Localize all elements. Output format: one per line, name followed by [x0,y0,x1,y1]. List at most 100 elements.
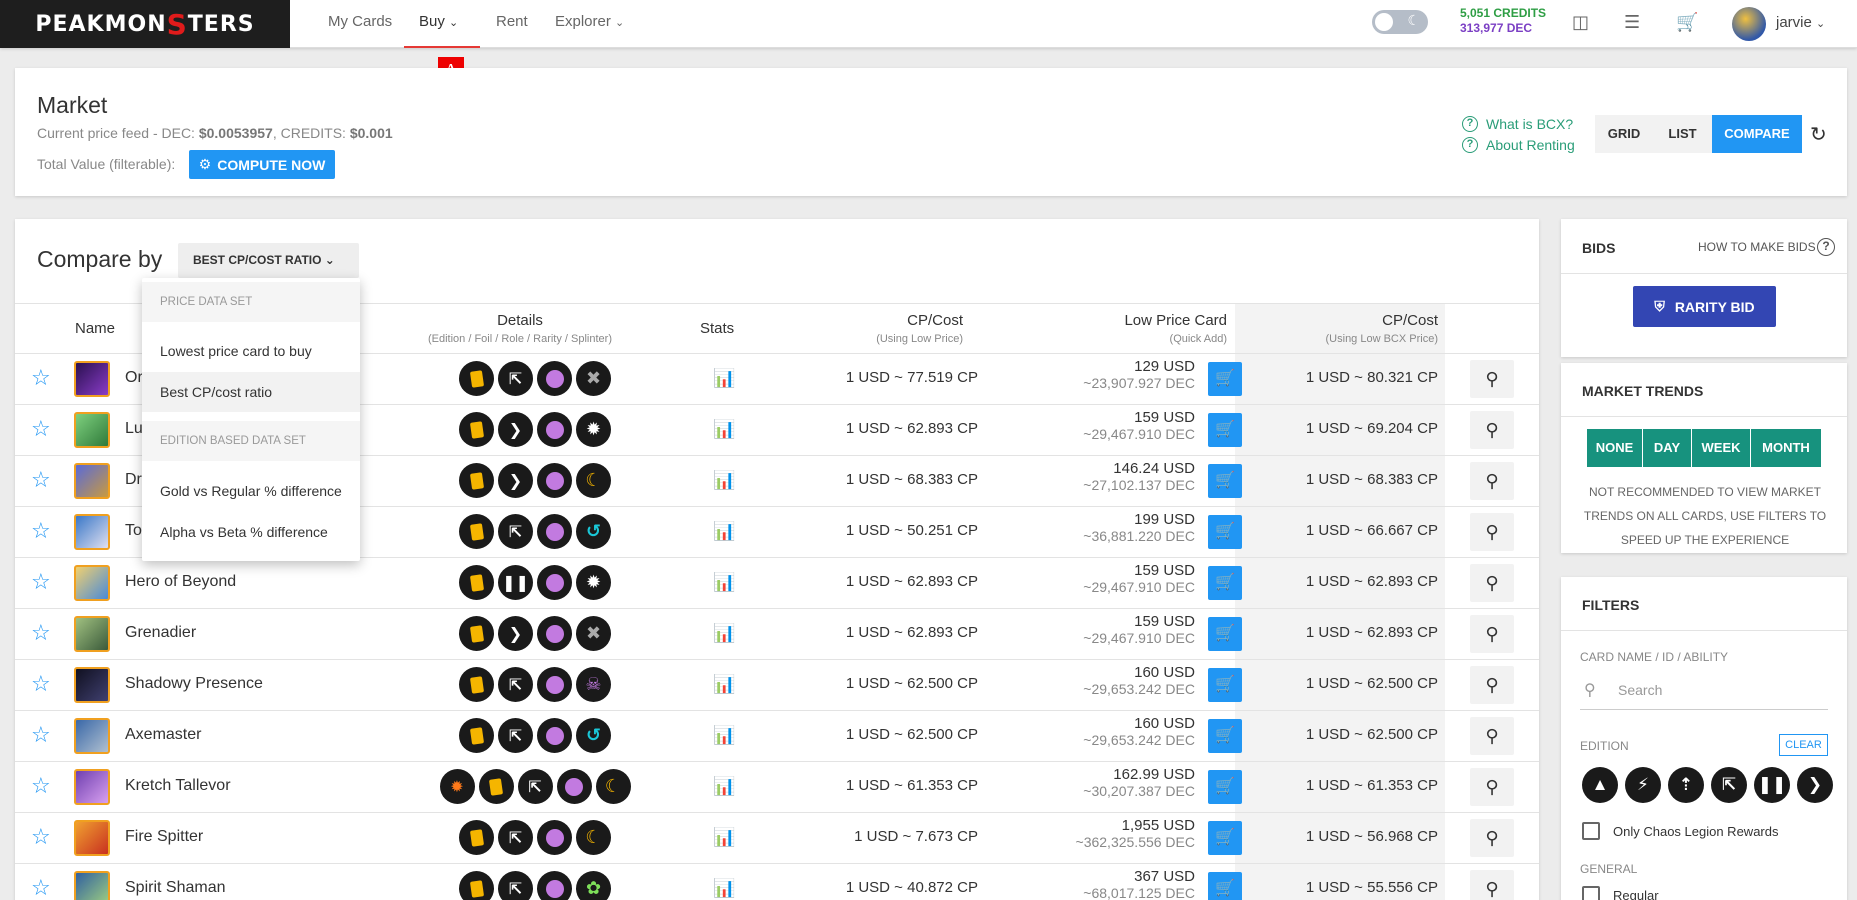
card-name[interactable]: Fire Spitter [125,828,203,846]
search-listings-button[interactable]: ⚲ [1470,462,1514,500]
card-name[interactable]: Axemaster [125,726,201,744]
star-icon[interactable]: ☆ [31,673,51,695]
star-icon[interactable]: ☆ [31,520,51,542]
edition-dice-icon[interactable]: ❚❚ [1754,767,1790,803]
search-listings-button[interactable]: ⚲ [1470,564,1514,602]
card-thumbnail[interactable] [74,871,110,900]
card-name[interactable]: Dr [125,471,142,489]
trend-none-button[interactable]: NONE [1587,429,1642,467]
clear-edition-button[interactable]: CLEAR [1779,734,1828,756]
nav-buy[interactable]: Buy ⌄ [404,0,480,48]
card-name[interactable]: Kretch Tallevor [125,777,231,795]
stats-chart-icon[interactable]: 📊 [713,368,735,389]
user-menu[interactable]: jarvie ⌄ [1776,14,1825,31]
star-icon[interactable]: ☆ [31,571,51,593]
trend-month-button[interactable]: MONTH [1751,429,1821,467]
edition-beta-icon[interactable]: ⚡ [1625,767,1661,803]
card-thumbnail[interactable] [74,667,110,703]
card-thumbnail[interactable] [74,463,110,499]
stats-chart-icon[interactable]: 📊 [713,674,735,695]
trend-week-button[interactable]: WEEK [1692,429,1750,467]
search-listings-button[interactable]: ⚲ [1470,411,1514,449]
regular-checkbox[interactable] [1582,886,1600,900]
edition-chaos-icon[interactable]: ❯ [1797,767,1833,803]
view-grid-button[interactable]: GRID [1595,115,1653,153]
option-best-cp-cost[interactable]: Best CP/cost ratio [142,372,360,412]
card-name[interactable]: Spirit Shaman [125,879,226,897]
option-gold-vs-regular[interactable]: Gold vs Regular % difference [142,471,360,511]
edition-alpha-icon[interactable]: ▲ [1582,767,1618,803]
star-icon[interactable]: ☆ [31,826,51,848]
compare-by-select[interactable]: BEST CP/COST RATIO ⌄ [178,243,359,278]
stats-chart-icon[interactable]: 📊 [713,827,735,848]
stats-chart-icon[interactable]: 📊 [713,878,735,899]
view-list-button[interactable]: LIST [1653,115,1712,153]
column-header-low-price[interactable]: Low Price Card (Quick Add) [1000,312,1227,345]
star-icon[interactable]: ☆ [31,877,51,899]
option-alpha-vs-beta[interactable]: Alpha vs Beta % difference [142,512,360,552]
search-listings-button[interactable]: ⚲ [1470,819,1514,857]
refresh-icon[interactable]: ↻ [1810,122,1827,147]
cart-icon: 🛒 [1215,370,1235,387]
column-header-cp-cost[interactable]: CP/Cost (Using Low Price) [780,312,963,345]
column-header-cp-cost-bcx[interactable]: CP/Cost (Using Low BCX Price) [1240,312,1438,345]
search-listings-button[interactable]: ⚲ [1470,615,1514,653]
stats-chart-icon[interactable]: 📊 [713,521,735,542]
card-thumbnail[interactable] [74,514,110,550]
nav-explorer[interactable]: Explorer ⌄ [555,0,624,48]
star-icon[interactable]: ☆ [31,622,51,644]
card-name[interactable]: Shadowy Presence [125,675,263,693]
stats-chart-icon[interactable]: 📊 [713,623,735,644]
card-thumbnail[interactable] [74,769,110,805]
layers-icon[interactable]: ☰ [1624,12,1640,33]
nav-my-cards[interactable]: My Cards [328,0,392,48]
star-icon[interactable]: ☆ [31,367,51,389]
avatar[interactable] [1732,7,1766,41]
option-lowest-price[interactable]: Lowest price card to buy [142,331,360,371]
rarity-bid-button[interactable]: ⛨ RARITY BID [1633,286,1776,327]
column-header-name[interactable]: Name [75,320,115,337]
card-thumbnail[interactable] [74,616,110,652]
help-icon[interactable]: ? [1817,238,1835,256]
edition-untamed-icon[interactable]: ⇱ [1711,767,1747,803]
view-compare-button[interactable]: COMPARE [1712,115,1802,153]
edition-promo-icon[interactable]: ⇡ [1668,767,1704,803]
search-listings-button[interactable]: ⚲ [1470,666,1514,704]
card-thumbnail[interactable] [74,718,110,754]
search-listings-button[interactable]: ⚲ [1470,360,1514,398]
card-thumbnail[interactable] [74,412,110,448]
how-to-make-bids-link[interactable]: HOW TO MAKE BIDS [1698,240,1816,254]
stats-chart-icon[interactable]: 📊 [713,725,735,746]
card-thumbnail[interactable] [74,361,110,397]
about-renting-link[interactable]: ? About Renting [1462,137,1575,153]
dark-mode-toggle[interactable]: ☾ [1372,10,1428,34]
table-row: ☆ Kretch Tallevor ✹ ⇱ ☾ 📊 1 USD ~ 61.353… [15,762,1539,812]
search-listings-button[interactable]: ⚲ [1470,768,1514,806]
star-icon[interactable]: ☆ [31,724,51,746]
search-listings-button[interactable]: ⚲ [1470,717,1514,755]
inbox-icon[interactable]: ◫ [1572,12,1589,33]
chaos-legion-checkbox[interactable] [1582,822,1600,840]
cart-icon[interactable]: 🛒 [1676,12,1698,33]
card-search-input[interactable]: ⚲ Search [1580,670,1828,710]
star-icon[interactable]: ☆ [31,418,51,440]
stats-chart-icon[interactable]: 📊 [713,776,735,797]
trend-day-button[interactable]: DAY [1643,429,1691,467]
compute-now-button[interactable]: ⚙ COMPUTE NOW [189,150,335,179]
peakmonsters-logo[interactable]: PEAKMON S TERS [0,0,290,48]
stats-chart-icon[interactable]: 📊 [713,572,735,593]
nav-rent[interactable]: Rent [496,0,528,48]
card-name[interactable]: To [125,522,142,540]
card-name[interactable]: Hero of Beyond [125,573,236,591]
what-is-bcx-link[interactable]: ? What is BCX? [1462,116,1573,132]
card-name[interactable]: Lu [125,420,143,438]
stats-chart-icon[interactable]: 📊 [713,470,735,491]
search-listings-button[interactable]: ⚲ [1470,513,1514,551]
star-icon[interactable]: ☆ [31,775,51,797]
stats-chart-icon[interactable]: 📊 [713,419,735,440]
card-name[interactable]: Grenadier [125,624,196,642]
card-thumbnail[interactable] [74,820,110,856]
star-icon[interactable]: ☆ [31,469,51,491]
card-thumbnail[interactable] [74,565,110,601]
search-listings-button[interactable]: ⚲ [1470,870,1514,900]
